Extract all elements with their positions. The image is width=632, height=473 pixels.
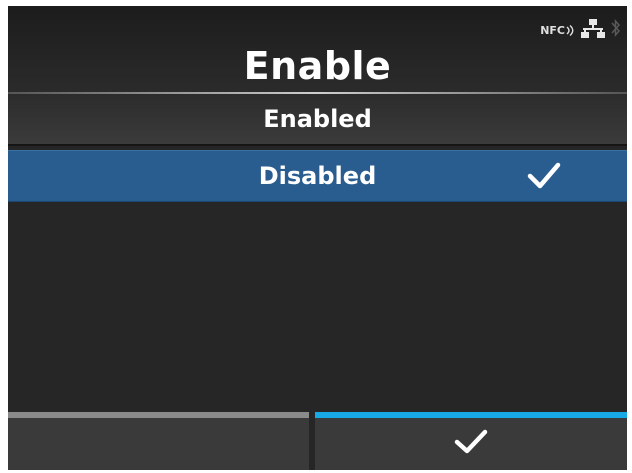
printer-display: NFC Enable Enabled Disabled: [8, 6, 627, 470]
option-list: Enabled Disabled: [8, 94, 627, 202]
nfc-icon: NFC: [540, 24, 575, 37]
page-title: Enable: [243, 44, 392, 88]
check-icon: [527, 162, 561, 190]
confirm-button[interactable]: [315, 412, 627, 470]
status-bar: NFC: [540, 18, 621, 42]
network-icon: [581, 18, 605, 42]
check-icon: [454, 429, 488, 459]
option-enabled[interactable]: Enabled: [8, 94, 627, 146]
nfc-label: NFC: [540, 23, 565, 37]
option-label: Enabled: [263, 105, 372, 133]
header: NFC Enable: [8, 6, 627, 92]
option-disabled[interactable]: Disabled: [8, 150, 627, 202]
bluetooth-icon: [611, 18, 621, 42]
back-button[interactable]: [8, 412, 309, 470]
option-label: Disabled: [258, 162, 377, 190]
